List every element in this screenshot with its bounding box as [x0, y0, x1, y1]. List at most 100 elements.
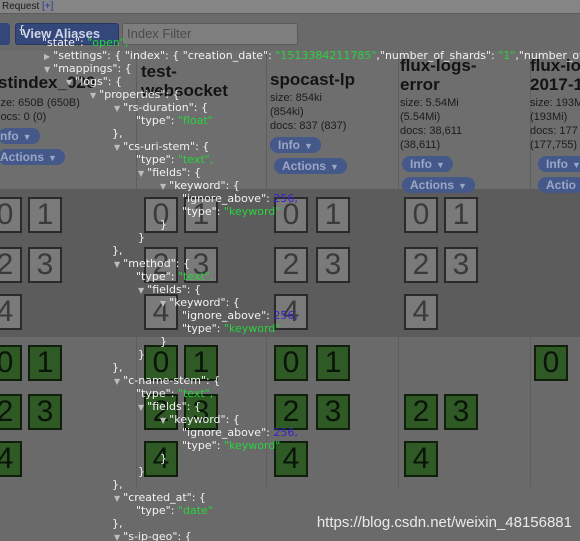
json-key: } — [138, 231, 145, 244]
json-key: "type": — [182, 439, 224, 452]
json-value: "1" — [498, 49, 516, 62]
json-line: } — [138, 348, 145, 361]
json-key: "type": — [136, 270, 178, 283]
json-key: "keyword": { — [169, 296, 240, 309]
json-key: "fields": { — [147, 166, 201, 179]
json-line: ▼ "logs": { — [66, 75, 122, 89]
json-line: "type": "keyword" — [182, 439, 280, 452]
json-key: "fields": { — [147, 283, 201, 296]
json-line: } — [160, 335, 167, 348]
json-line: ▼ "c-name-stem": { — [114, 374, 220, 388]
json-line: }, — [112, 361, 123, 374]
json-line: ▼ "method": { — [114, 257, 190, 271]
json-line: ▼ "fields": { — [138, 283, 201, 297]
json-line: "type": "date" — [136, 504, 213, 517]
json-key: "rs-duration": { — [123, 101, 208, 114]
json-value: 256, — [273, 426, 298, 439]
json-value: "open", — [87, 36, 129, 49]
json-line: ▼ "fields": { — [138, 166, 201, 180]
request-tab[interactable]: Request [+] — [2, 1, 53, 12]
json-line: } — [138, 465, 145, 478]
json-value: 256, — [273, 192, 298, 205]
json-key: "type": — [136, 387, 178, 400]
json-key: "ignore_above": — [182, 309, 274, 322]
json-key: "type": — [136, 114, 178, 127]
json-value: "keyword" — [223, 439, 281, 452]
collapse-triangle-icon: ▼ — [44, 65, 51, 74]
json-key: { — [18, 23, 25, 36]
add-request-link[interactable]: [+] — [42, 1, 53, 12]
json-key: "keyword": { — [169, 413, 240, 426]
json-line: }, — [112, 244, 123, 257]
collapse-triangle-icon: ▼ — [90, 91, 97, 100]
json-value: "keyword" — [223, 322, 281, 335]
collapse-triangle-icon: ▼ — [160, 182, 167, 191]
json-line: ▶ "settings": { "index": { "creation_date… — [44, 49, 580, 63]
json-key: } — [160, 218, 167, 231]
json-key: "c-name-stem": { — [123, 374, 221, 387]
json-line: ▼ "fields": { — [138, 400, 201, 414]
json-line: ▼ "properties": { — [90, 88, 180, 102]
collapse-triangle-icon: ▼ — [114, 494, 121, 503]
json-line: ▼ "rs-duration": { — [114, 101, 208, 115]
json-line: ▼ "keyword": { — [160, 179, 240, 193]
json-line: "state": "open", — [42, 36, 128, 49]
json-line: } — [138, 231, 145, 244]
collapse-triangle-icon: ▼ — [114, 377, 121, 386]
json-key: ,"number_of_shards": — [376, 49, 499, 62]
json-key: }, — [112, 127, 123, 140]
json-line: } — [160, 452, 167, 465]
collapse-triangle-icon: ▼ — [66, 78, 73, 87]
json-value: 256, — [273, 309, 298, 322]
json-value: "float" — [177, 114, 213, 127]
json-key: "s-ip-geo": { — [123, 530, 192, 541]
json-key: "logs": { — [75, 75, 122, 88]
top-menu-bar: Request [+] — [0, 0, 580, 14]
json-value: "text", — [177, 270, 214, 283]
json-line: "ignore_above": 256, — [182, 192, 298, 205]
json-line: "type": "text", — [136, 270, 213, 283]
json-value: "date" — [177, 504, 213, 517]
json-value: "text", — [177, 387, 214, 400]
json-value: "keyword" — [223, 205, 281, 218]
json-key: "created_at": { — [123, 491, 206, 504]
json-key: "type": — [182, 205, 224, 218]
expand-triangle-icon: ▶ — [44, 52, 51, 61]
collapse-triangle-icon: ▼ — [160, 299, 167, 308]
json-key: "mappings": { — [53, 62, 132, 75]
json-key: "type": — [136, 153, 178, 166]
index-json-viewer[interactable]: { "state": "open", ▶ "settings": { "index… — [0, 15, 580, 541]
json-key: } — [160, 452, 167, 465]
json-line: ▼ "mappings": { — [44, 62, 132, 76]
json-key: "method": { — [123, 257, 190, 270]
json-line: "ignore_above": 256, — [182, 426, 298, 439]
collapse-triangle-icon: ▼ — [138, 403, 145, 412]
json-line: "type": "text", — [136, 387, 213, 400]
json-line: "type": "float" — [136, 114, 213, 127]
json-line: }, — [112, 127, 123, 140]
json-key: "fields": { — [147, 400, 201, 413]
json-key: "keyword": { — [169, 179, 240, 192]
collapse-triangle-icon: ▼ — [160, 416, 167, 425]
json-key: ,"number_of_rep — [515, 49, 580, 62]
request-label: Request — [2, 1, 40, 12]
json-key: "properties": { — [99, 88, 180, 101]
json-key: } — [138, 465, 145, 478]
json-line: { — [18, 23, 25, 36]
json-line: "ignore_above": 256, — [182, 309, 298, 322]
json-key: }, — [112, 517, 123, 530]
json-line: "type": "keyword" — [182, 205, 280, 218]
json-line: ▼ "keyword": { — [160, 413, 240, 427]
collapse-triangle-icon: ▼ — [138, 169, 145, 178]
json-line: "type": "text", — [136, 153, 213, 166]
json-key: "type": — [182, 322, 224, 335]
json-key: } — [160, 335, 167, 348]
json-key: }, — [112, 244, 123, 257]
json-line: }, — [112, 478, 123, 491]
json-key: } — [138, 348, 145, 361]
json-line: ▼ "cs-uri-stem": { — [114, 140, 209, 154]
json-key: "ignore_above": — [182, 426, 274, 439]
json-key: "type": — [136, 504, 178, 517]
json-key: "state": — [42, 36, 88, 49]
json-line: ▼ "s-ip-geo": { — [114, 530, 192, 541]
